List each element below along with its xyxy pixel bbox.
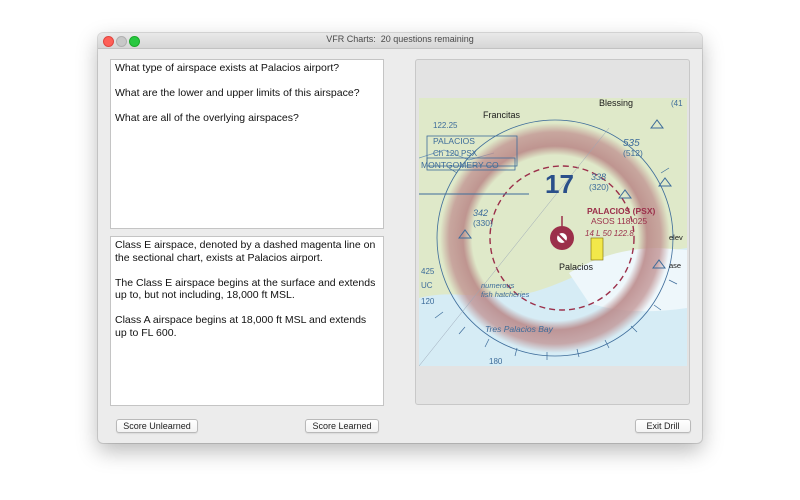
- frequency-label: 122.25: [433, 121, 458, 130]
- place-label: Palacios: [559, 262, 594, 272]
- water-label: fish hatcheries: [481, 290, 530, 299]
- title-bar: VFR Charts: 20 questions remaining: [98, 33, 702, 49]
- answer-pane[interactable]: Class E airspace, denoted by a dashed ma…: [110, 236, 384, 406]
- airport-data-label: 14 L 50 122.8: [585, 229, 634, 238]
- place-label: Francitas: [483, 110, 521, 120]
- vor-name-label: PALACIOS: [433, 136, 475, 146]
- chart-pane: Blessing (41 Francitas 122.25 PALACIOS C…: [415, 59, 690, 405]
- place-label: Blessing: [599, 98, 633, 108]
- water-label: numerous: [481, 281, 515, 290]
- answer-text: Class E airspace, denoted by a dashed ma…: [115, 239, 376, 264]
- edge-label: (41: [671, 99, 683, 108]
- sectional-chart-image: Blessing (41 Francitas 122.25 PALACIOS C…: [419, 98, 687, 366]
- edge-label: 425: [421, 267, 435, 276]
- score-learned-button[interactable]: Score Learned: [305, 419, 379, 433]
- edge-label: ase: [669, 261, 681, 270]
- altitude-label: (330): [473, 218, 493, 228]
- airport-name-label: PALACIOS (PSX): [587, 206, 655, 216]
- compass-label: 180: [489, 357, 503, 366]
- vor-channel-label: Ch 120 PSX: [433, 149, 478, 158]
- question-text: What are the lower and upper limits of t…: [115, 87, 360, 99]
- edge-label: elev: [669, 233, 683, 242]
- altitude-label: (320): [589, 182, 609, 192]
- water-label: Tres Palacios Bay: [485, 324, 554, 334]
- answer-text: Class A airspace begins at 18,000 ft MSL…: [115, 314, 367, 339]
- question-pane[interactable]: What type of airspace exists at Palacios…: [110, 59, 384, 229]
- altitude-label: 338: [591, 172, 606, 182]
- window-title: VFR Charts: 20 questions remaining: [326, 34, 474, 44]
- score-unlearned-button[interactable]: Score Unlearned: [116, 419, 198, 433]
- exit-drill-button[interactable]: Exit Drill: [635, 419, 691, 433]
- town-area: [590, 237, 604, 261]
- edge-label: UC: [421, 281, 433, 290]
- airport-info-label: ASOS 118.025: [591, 216, 647, 226]
- question-text: What type of airspace exists at Palacios…: [115, 62, 340, 74]
- answer-text: The Class E airspace begins at the surfa…: [115, 276, 376, 302]
- edge-label: 120: [421, 297, 435, 306]
- altitude-label: 342: [473, 208, 488, 218]
- county-label: MONTGOMERY CO: [421, 160, 499, 170]
- app-window: VFR Charts: 20 questions remaining What …: [98, 33, 702, 443]
- question-text: What are all of the overlying airspaces?: [115, 112, 299, 124]
- altitude-label: (512): [623, 148, 643, 158]
- max-elevation-figure: 17: [545, 169, 574, 199]
